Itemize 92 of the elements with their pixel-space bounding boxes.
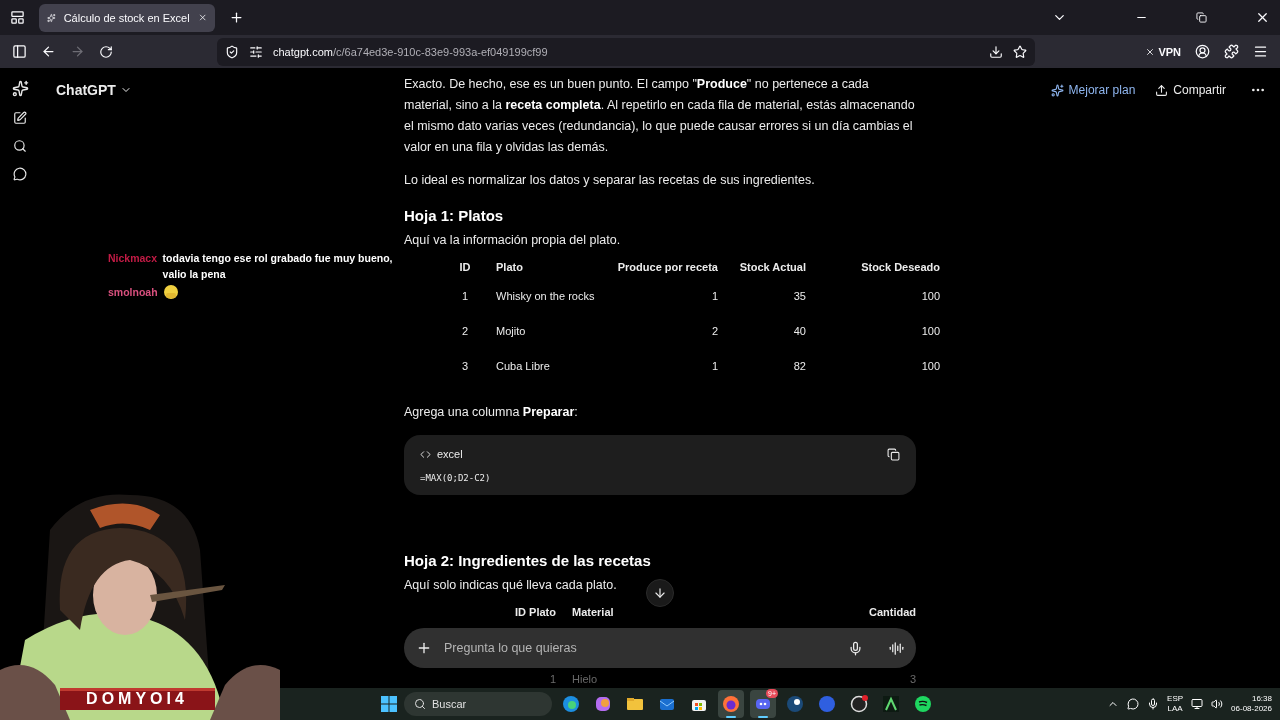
chat-message: todavia tengo ese rol grabado fue muy bueno, valio la pena (162, 251, 394, 282)
table-cell-text: 2 (710, 324, 718, 339)
table-cell-text: 2 (460, 324, 470, 339)
arrow-down-icon (653, 586, 667, 600)
table-cell-text: Mojito (495, 324, 527, 339)
sidebar-icon[interactable] (12, 44, 27, 59)
chat-username: smolnoah (108, 285, 158, 300)
streamer-name: DOMYOI4 (85, 690, 189, 708)
chat-bubble-icon[interactable] (13, 167, 27, 181)
tray-chat-icon[interactable] (1127, 698, 1140, 710)
ring-icon (850, 695, 868, 713)
code-language: excel (437, 448, 464, 460)
table-cell-text: Cuba Libre (495, 359, 551, 374)
folder-icon (626, 695, 644, 713)
clock[interactable]: 16:38 06-08-2026 (1231, 694, 1272, 714)
column-header: Stock Deseado (860, 260, 940, 275)
section-heading: Hoja 2: Ingredientes de las recetas (404, 552, 652, 569)
upgrade-button[interactable]: Mejorar plan (1040, 83, 1146, 97)
chat-username: Nickmacx (108, 251, 158, 266)
sparkle-icon (1050, 83, 1064, 97)
column-header: Cantidad (867, 605, 916, 620)
account-icon[interactable] (1195, 44, 1210, 59)
search-icon (414, 698, 426, 710)
column-header: ID Plato (514, 605, 556, 620)
table-cell-text: 100 (920, 359, 940, 374)
share-button[interactable]: Compartir (1145, 83, 1236, 97)
table-cell-text: 82 (792, 359, 806, 374)
table-cell-text: 3 (908, 672, 916, 687)
column-header: Stock Actual (738, 260, 806, 275)
table-cell-text: 1 (710, 359, 718, 374)
composer-bar[interactable]: Pregunta lo que quieras (404, 628, 916, 668)
column-header: Produce por receta (616, 260, 718, 275)
volume-icon[interactable] (1211, 698, 1224, 710)
code-icon (420, 448, 431, 460)
table-cell-text: 1 (548, 672, 556, 687)
bookmark-star-icon[interactable] (1013, 44, 1028, 59)
site-settings-icon[interactable] (249, 44, 263, 59)
back-icon[interactable] (41, 44, 56, 59)
section-heading: Hoja 1: Platos (404, 207, 505, 224)
close-icon[interactable] (1255, 10, 1270, 25)
upload-icon (1155, 83, 1169, 97)
microphone-icon[interactable] (1147, 698, 1160, 710)
table-cell-text: 3 (460, 359, 470, 374)
new-chat-icon[interactable] (13, 111, 27, 125)
table-cell-text: 100 (920, 289, 940, 304)
paragraph: Lo ideal es normalizar los datos y separar las recetas de sus ingredientes. (404, 172, 815, 189)
tab-favicon-icon (47, 11, 56, 24)
table-cell-text: 40 (792, 324, 806, 339)
table-cell-text: 100 (920, 324, 940, 339)
scroll-down-button[interactable] (646, 579, 674, 607)
browser-tab[interactable]: Cálculo de stock en Excel (39, 3, 215, 32)
shield-icon (225, 44, 239, 59)
tab-title: Cálculo de stock en Excel (63, 11, 190, 24)
paragraph: Aquí solo indicas qué lleva cada plato. (404, 577, 617, 594)
tab-list-icon[interactable] (10, 10, 25, 25)
search-icon[interactable] (13, 139, 27, 153)
windows-icon[interactable] (380, 695, 398, 713)
extensions-icon[interactable] (1224, 44, 1239, 59)
paragraph: Agrega una columna Preparar: (404, 404, 578, 421)
language-indicator[interactable]: ESP LAA (1167, 694, 1184, 714)
table-cell-text: Hielo (571, 672, 599, 687)
download-icon[interactable] (989, 44, 1004, 59)
circle-icon (818, 695, 836, 713)
column-header: Plato (495, 260, 524, 275)
emote-icon (162, 284, 179, 300)
message-field[interactable]: Pregunta lo que quieras (442, 640, 838, 656)
sound-icon (914, 695, 932, 713)
column-header: Material (571, 605, 615, 620)
logo-icon[interactable] (11, 80, 29, 97)
code-text: =MAX(0;D2-C2) (420, 473, 492, 483)
table-cell-text: 1 (710, 289, 718, 304)
model-selector[interactable]: ChatGPT (56, 82, 132, 98)
paragraph: Aquí va la información propia del plato. (404, 232, 621, 249)
plus-icon[interactable] (416, 640, 432, 656)
network-icon[interactable] (1191, 698, 1204, 710)
restore-icon[interactable] (1196, 12, 1207, 23)
table-cell-text: Whisky on the rocks (495, 289, 596, 304)
microphone-icon[interactable] (848, 640, 863, 656)
new-tab-icon[interactable] (229, 10, 244, 25)
table-cell-text: 1 (460, 289, 470, 304)
vpn-button[interactable]: VPN (1145, 45, 1181, 58)
copy-icon[interactable] (887, 447, 900, 461)
taskbar-app-button[interactable] (718, 690, 744, 718)
paragraph: Exacto. De hecho, ese es un buen punto. El campo "Produce" no pertenece a cada material, sino a la receta completa. Al repetirlo en cada fila de material, estás almacenando el mismo dato varias veces (redundancia), lo que puede causar errores si un día cambias el valor en una fila y olvidas las demás. (404, 76, 916, 156)
column-header: ID (458, 260, 472, 275)
x-icon (1145, 46, 1156, 57)
lambda-icon (882, 695, 900, 713)
menu-icon[interactable] (1253, 44, 1268, 59)
table-cell-text: 35 (792, 289, 806, 304)
taskbar-search-field[interactable]: Buscar (404, 692, 552, 716)
voice-icon[interactable] (889, 640, 904, 656)
reload-icon[interactable] (99, 44, 113, 59)
